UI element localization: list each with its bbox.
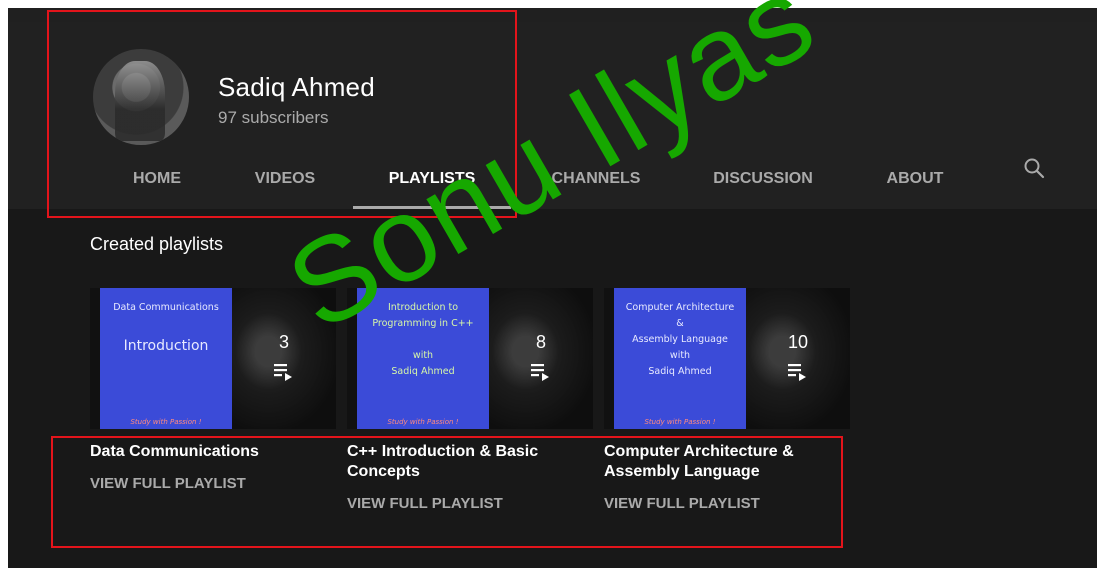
thumbnail-overlay <box>232 288 336 429</box>
tab-home[interactable]: HOME <box>110 148 204 209</box>
thumbnail-slide: Computer Architecture & Assembly Languag… <box>614 288 746 429</box>
tab-playlists[interactable]: PLAYLISTS <box>353 148 511 209</box>
channel-page: Sadiq Ahmed 97 subscribers HOME VIDEOS P… <box>8 8 1097 568</box>
thumbnail-overlay <box>489 288 593 429</box>
tab-videos[interactable]: VIDEOS <box>238 148 332 209</box>
view-full-playlist-link[interactable]: VIEW FULL PLAYLIST <box>90 475 336 492</box>
search-icon[interactable] <box>1022 156 1046 180</box>
avatar-photo <box>115 61 165 141</box>
video-count: 10 <box>787 332 809 352</box>
thumbnail-slide: Data Communications Introduction Study w… <box>100 288 232 429</box>
video-count: 8 <box>535 332 546 352</box>
playlist-icon <box>531 364 549 381</box>
playlist-thumbnail[interactable]: Introduction to Programming in C++ with … <box>347 288 593 429</box>
tab-discussion[interactable]: DISCUSSION <box>698 148 828 209</box>
avatar[interactable] <box>93 49 189 145</box>
channel-tabs: HOME VIDEOS PLAYLISTS CHANNELS DISCUSSIO… <box>8 148 1097 209</box>
thumbnail-footer: Study with Passion ! <box>130 418 202 426</box>
thumbnail-text: Data Communications <box>113 302 219 313</box>
channel-header: Sadiq Ahmed 97 subscribers HOME VIDEOS P… <box>8 22 1097 209</box>
tab-about[interactable]: ABOUT <box>870 148 960 209</box>
view-full-playlist-link[interactable]: VIEW FULL PLAYLIST <box>347 495 593 512</box>
thumbnail-text: Introduction to Programming in C++ with … <box>372 302 474 377</box>
playlist-title[interactable]: Data Communications <box>90 442 330 462</box>
video-count: 3 <box>278 332 289 352</box>
playlist-icon <box>274 364 292 381</box>
thumbnail-slide: Introduction to Programming in C++ with … <box>357 288 489 429</box>
playlist-icon <box>788 364 806 381</box>
section-title: Created playlists <box>90 234 224 254</box>
playlist-card: Introduction to Programming in C++ with … <box>347 288 593 512</box>
thumbnail-overlay <box>746 288 850 429</box>
playlist-thumbnail[interactable]: Data Communications Introduction Study w… <box>90 288 336 429</box>
channel-name: Sadiq Ahmed <box>218 72 375 102</box>
thumbnail-footer: Study with Passion ! <box>644 418 716 426</box>
playlist-card: Data Communications Introduction Study w… <box>90 288 336 492</box>
view-full-playlist-link[interactable]: VIEW FULL PLAYLIST <box>604 495 850 512</box>
playlist-card: Computer Architecture & Assembly Languag… <box>604 288 850 512</box>
thumbnail-footer: Study with Passion ! <box>387 418 459 426</box>
playlist-thumbnail[interactable]: Computer Architecture & Assembly Languag… <box>604 288 850 429</box>
tab-channels[interactable]: CHANNELS <box>538 148 654 209</box>
playlist-title[interactable]: C++ Introduction & Basic Concepts <box>347 442 587 482</box>
top-strip <box>8 8 1097 22</box>
playlist-title[interactable]: Computer Architecture & Assembly Languag… <box>604 442 844 482</box>
thumbnail-heading: Introduction <box>123 338 209 354</box>
thumbnail-text: Computer Architecture & Assembly Languag… <box>625 302 735 377</box>
subscriber-count: 97 subscribers <box>218 108 329 127</box>
